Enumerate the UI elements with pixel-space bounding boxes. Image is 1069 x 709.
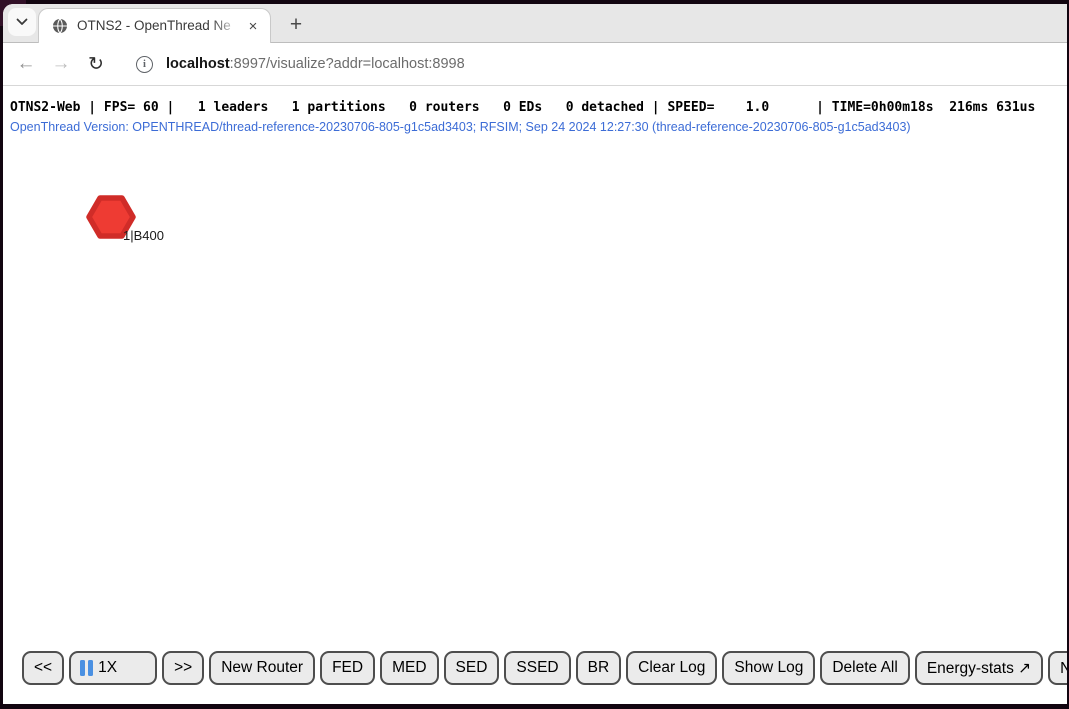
delete-all-button[interactable]: Delete All — [820, 651, 909, 685]
address-bar: ← → ↻ i localhost:8997/visualize?addr=lo… — [3, 43, 1067, 86]
speed-button[interactable]: 1X — [69, 651, 157, 685]
forward-icon[interactable]: → — [47, 50, 75, 78]
screen: OTNS2 - OpenThread Ne × + ← → ↻ i localh… — [0, 0, 1069, 709]
rewind-button[interactable]: << — [22, 651, 64, 685]
browser-window: OTNS2 - OpenThread Ne × + ← → ↻ i localh… — [3, 4, 1067, 704]
pause-icon — [80, 660, 93, 676]
show-log-button[interactable]: Show Log — [722, 651, 815, 685]
med-button[interactable]: MED — [380, 651, 438, 685]
tab-close-icon[interactable]: × — [244, 17, 262, 35]
ssed-button[interactable]: SSED — [504, 651, 570, 685]
reload-icon[interactable]: ↻ — [82, 50, 110, 78]
node-label: 1|B400 — [123, 228, 164, 243]
simulation-status-line: OTNS2-Web | FPS= 60 | 1 leaders 1 partit… — [10, 100, 1035, 115]
otns-canvas: OTNS2-Web | FPS= 60 | 1 leaders 1 partit… — [3, 87, 1067, 704]
globe-icon — [52, 18, 68, 34]
chevron-down-icon — [16, 13, 28, 31]
tab-search-button[interactable] — [8, 8, 36, 36]
bottom-toolbar: << 1X >> New Router FED MED SED SSED BR … — [22, 651, 1067, 685]
new-router-button[interactable]: New Router — [209, 651, 315, 685]
url-input[interactable]: localhost:8997/visualize?addr=localhost:… — [166, 56, 465, 72]
url-host: localhost — [166, 56, 230, 72]
sed-button[interactable]: SED — [444, 651, 500, 685]
energy-stats-button[interactable]: Energy-stats ↗ — [915, 651, 1043, 685]
node-stats-button[interactable]: Node-stats ↗ — [1048, 651, 1067, 685]
fed-button[interactable]: FED — [320, 651, 375, 685]
browser-tab[interactable]: OTNS2 - OpenThread Ne × — [38, 8, 271, 43]
back-icon[interactable]: ← — [12, 50, 40, 78]
site-info-icon[interactable]: i — [136, 56, 153, 73]
openthread-version-link[interactable]: OpenThread Version: OPENTHREAD/thread-re… — [10, 120, 911, 134]
speed-label: 1X — [98, 659, 117, 677]
clear-log-button[interactable]: Clear Log — [626, 651, 717, 685]
tab-strip: OTNS2 - OpenThread Ne × + — [3, 4, 1067, 43]
new-tab-button[interactable]: + — [283, 11, 309, 37]
url-path: :8997/visualize?addr=localhost:8998 — [230, 56, 465, 72]
br-button[interactable]: BR — [576, 651, 622, 685]
fast-forward-button[interactable]: >> — [162, 651, 204, 685]
